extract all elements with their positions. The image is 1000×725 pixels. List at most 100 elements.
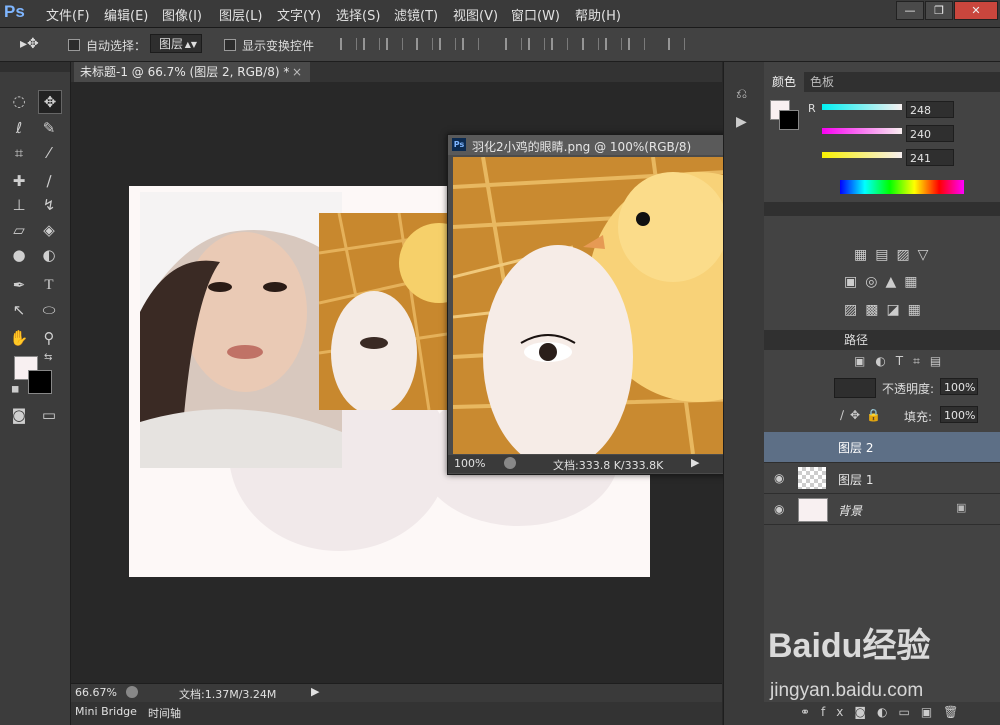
adjustment-icons-row-1[interactable]: ▦▤▨▽ — [854, 247, 936, 263]
history-brush-tool-icon[interactable]: ↯ — [38, 194, 60, 216]
menu-image[interactable]: 图像(I) — [162, 5, 202, 24]
adjustment-icons-row-2[interactable]: ▣◎▲▦ — [844, 274, 925, 290]
distribute-right-icon[interactable] — [628, 38, 645, 50]
healing-brush-tool-icon[interactable]: ✚ — [8, 170, 30, 192]
document-tab-title: 未标题-1 @ 66.7% (图层 2, RGB/8) * — [80, 65, 290, 79]
fill-field[interactable]: 100% — [940, 406, 978, 423]
ellipse-tool-icon[interactable]: ⬭ — [38, 299, 60, 321]
dropdown-arrow-icon: ▲▼ — [184, 40, 197, 49]
float-status-arrow-icon[interactable]: ▶ — [691, 456, 699, 469]
layer-row-layer-1[interactable]: ◉ 图层 1 — [764, 463, 1000, 494]
pen-tool-icon[interactable]: ✒ — [8, 274, 30, 296]
menu-type[interactable]: 文字(Y) — [277, 5, 321, 24]
color-bg-swatch[interactable] — [779, 110, 799, 130]
menu-filter[interactable]: 滤镜(T) — [394, 5, 438, 24]
status-icon[interactable] — [126, 686, 138, 698]
g-slider[interactable] — [822, 128, 902, 134]
tab-swatches[interactable]: 色板 — [802, 72, 842, 92]
layers-footer-icons[interactable]: ⚭fx◙◐▭▣🗑 — [800, 705, 969, 719]
auto-select-dropdown[interactable]: 图层 ▲▼ — [150, 34, 202, 53]
blur-tool-icon[interactable]: ● — [8, 244, 30, 266]
align-bottom-icon[interactable] — [386, 38, 403, 50]
layer-row-background[interactable]: ◉ 背景 ▣ — [764, 494, 1000, 525]
swap-colors-icon[interactable]: ⇆ — [44, 352, 52, 363]
lock-icons[interactable]: ∕✥🔒 — [840, 408, 887, 422]
b-slider[interactable] — [822, 152, 902, 158]
r-slider[interactable] — [822, 104, 902, 110]
align-hcenter-icon[interactable] — [439, 38, 456, 50]
zoom-tool-icon[interactable]: ⚲ — [38, 327, 60, 349]
move-tool-icon[interactable]: ✥ — [38, 90, 62, 114]
restore-button[interactable]: ❐ — [925, 1, 953, 20]
distribute-vcenter-icon[interactable] — [528, 38, 545, 50]
document-tab[interactable]: 未标题-1 @ 66.7% (图层 2, RGB/8) * × — [74, 62, 310, 82]
float-zoom-value[interactable]: 100% — [454, 457, 485, 470]
menu-layer[interactable]: 图层(L) — [219, 5, 262, 24]
tools-panel: ◌ ✥ ℓ ✎ ⌗ ⁄ ✚ ∕ ⊥ ↯ ▱ ◈ ● ◐ ✒ T ↖ ⬭ ✋ ⚲ … — [0, 62, 71, 725]
eraser-tool-icon[interactable]: ▱ — [8, 219, 30, 241]
align-vcenter-icon[interactable] — [363, 38, 380, 50]
tab-paths[interactable]: 路径 — [836, 330, 876, 350]
default-colors-icon[interactable]: ◼ — [11, 384, 19, 395]
align-top-icon[interactable] — [340, 38, 357, 50]
menu-help[interactable]: 帮助(H) — [575, 5, 621, 24]
layer-row-layer-2[interactable]: 图层 2 — [764, 432, 1000, 463]
b-value-field[interactable]: 241 — [906, 149, 954, 166]
auto-select-checkbox[interactable] — [68, 39, 80, 51]
close-button[interactable]: ✕ — [954, 1, 998, 20]
crop-tool-icon[interactable]: ⌗ — [8, 142, 30, 164]
r-value-field[interactable]: 248 — [906, 101, 954, 118]
visibility-eye-icon[interactable]: ◉ — [774, 502, 784, 516]
tab-color[interactable]: 颜色 — [764, 72, 805, 92]
path-select-tool-icon[interactable]: ↖ — [8, 299, 30, 321]
g-value-field[interactable]: 240 — [906, 125, 954, 142]
menu-edit[interactable]: 编辑(E) — [104, 5, 148, 24]
layers-empty-area — [764, 526, 1000, 701]
menu-select[interactable]: 选择(S) — [336, 5, 380, 24]
zoom-value[interactable]: 66.67% — [75, 686, 117, 699]
auto-align-icon[interactable] — [668, 38, 685, 50]
minimize-button[interactable]: — — [896, 1, 924, 20]
opacity-field[interactable]: 100% — [940, 378, 978, 395]
lasso-tool-icon[interactable]: ℓ — [8, 117, 30, 139]
menu-view[interactable]: 视图(V) — [453, 5, 498, 24]
document-tab-close-icon[interactable]: × — [292, 62, 302, 82]
clone-stamp-tool-icon[interactable]: ⊥ — [8, 194, 30, 216]
screen-mode-icon[interactable]: ▭ — [38, 404, 60, 426]
background-color-swatch[interactable] — [28, 370, 52, 394]
options-bar: ▸✥ 自动选择： 图层 ▲▼ 显示变换控件 — [0, 28, 1000, 62]
menu-file[interactable]: 文件(F) — [46, 5, 90, 24]
distribute-bottom-icon[interactable] — [551, 38, 568, 50]
menu-bar: Ps 文件(F) 编辑(E) 图像(I) 图层(L) 文字(Y) 选择(S) 滤… — [0, 0, 1000, 28]
marquee-tool-icon[interactable]: ◌ — [8, 90, 30, 112]
quick-mask-icon[interactable]: ◙ — [8, 404, 30, 426]
show-transform-checkbox[interactable] — [224, 39, 236, 51]
doc-info: 文档:1.37M/3.24M — [179, 688, 277, 701]
quick-select-tool-icon[interactable]: ✎ — [38, 117, 60, 139]
actions-panel-icon[interactable]: ▶ — [736, 114, 747, 130]
brush-tool-icon[interactable]: ∕ — [38, 170, 60, 192]
dodge-tool-icon[interactable]: ◐ — [38, 244, 60, 266]
tab-timeline[interactable]: 时间轴 — [148, 705, 181, 721]
visibility-eye-icon[interactable]: ◉ — [774, 471, 784, 485]
history-panel-icon[interactable]: ⎌ — [736, 86, 747, 102]
color-spectrum[interactable] — [840, 180, 964, 194]
menu-window[interactable]: 窗口(W) — [511, 5, 560, 24]
distribute-top-icon[interactable] — [505, 38, 522, 50]
move-tool-preset-icon[interactable]: ▸✥ — [20, 36, 39, 52]
align-left-icon[interactable] — [416, 38, 433, 50]
paint-bucket-tool-icon[interactable]: ◈ — [38, 219, 60, 241]
type-tool-icon[interactable]: T — [38, 274, 60, 296]
eyedropper-tool-icon[interactable]: ⁄ — [38, 142, 60, 164]
layer-filter-icons[interactable]: ▣◐T⌗▤ — [854, 354, 951, 369]
distribute-hcenter-icon[interactable] — [605, 38, 622, 50]
status-arrow-icon[interactable]: ▶ — [311, 685, 319, 698]
hand-tool-icon[interactable]: ✋ — [8, 327, 30, 349]
tab-mini-bridge[interactable]: Mini Bridge — [75, 705, 137, 718]
blend-mode-dropdown[interactable] — [834, 378, 876, 398]
float-status-icon[interactable] — [504, 457, 516, 469]
lock-icon: ▣ — [956, 501, 967, 514]
distribute-left-icon[interactable] — [582, 38, 599, 50]
align-right-icon[interactable] — [462, 38, 479, 50]
adjustment-icons-row-3[interactable]: ▨▩◪▦ — [844, 302, 929, 318]
